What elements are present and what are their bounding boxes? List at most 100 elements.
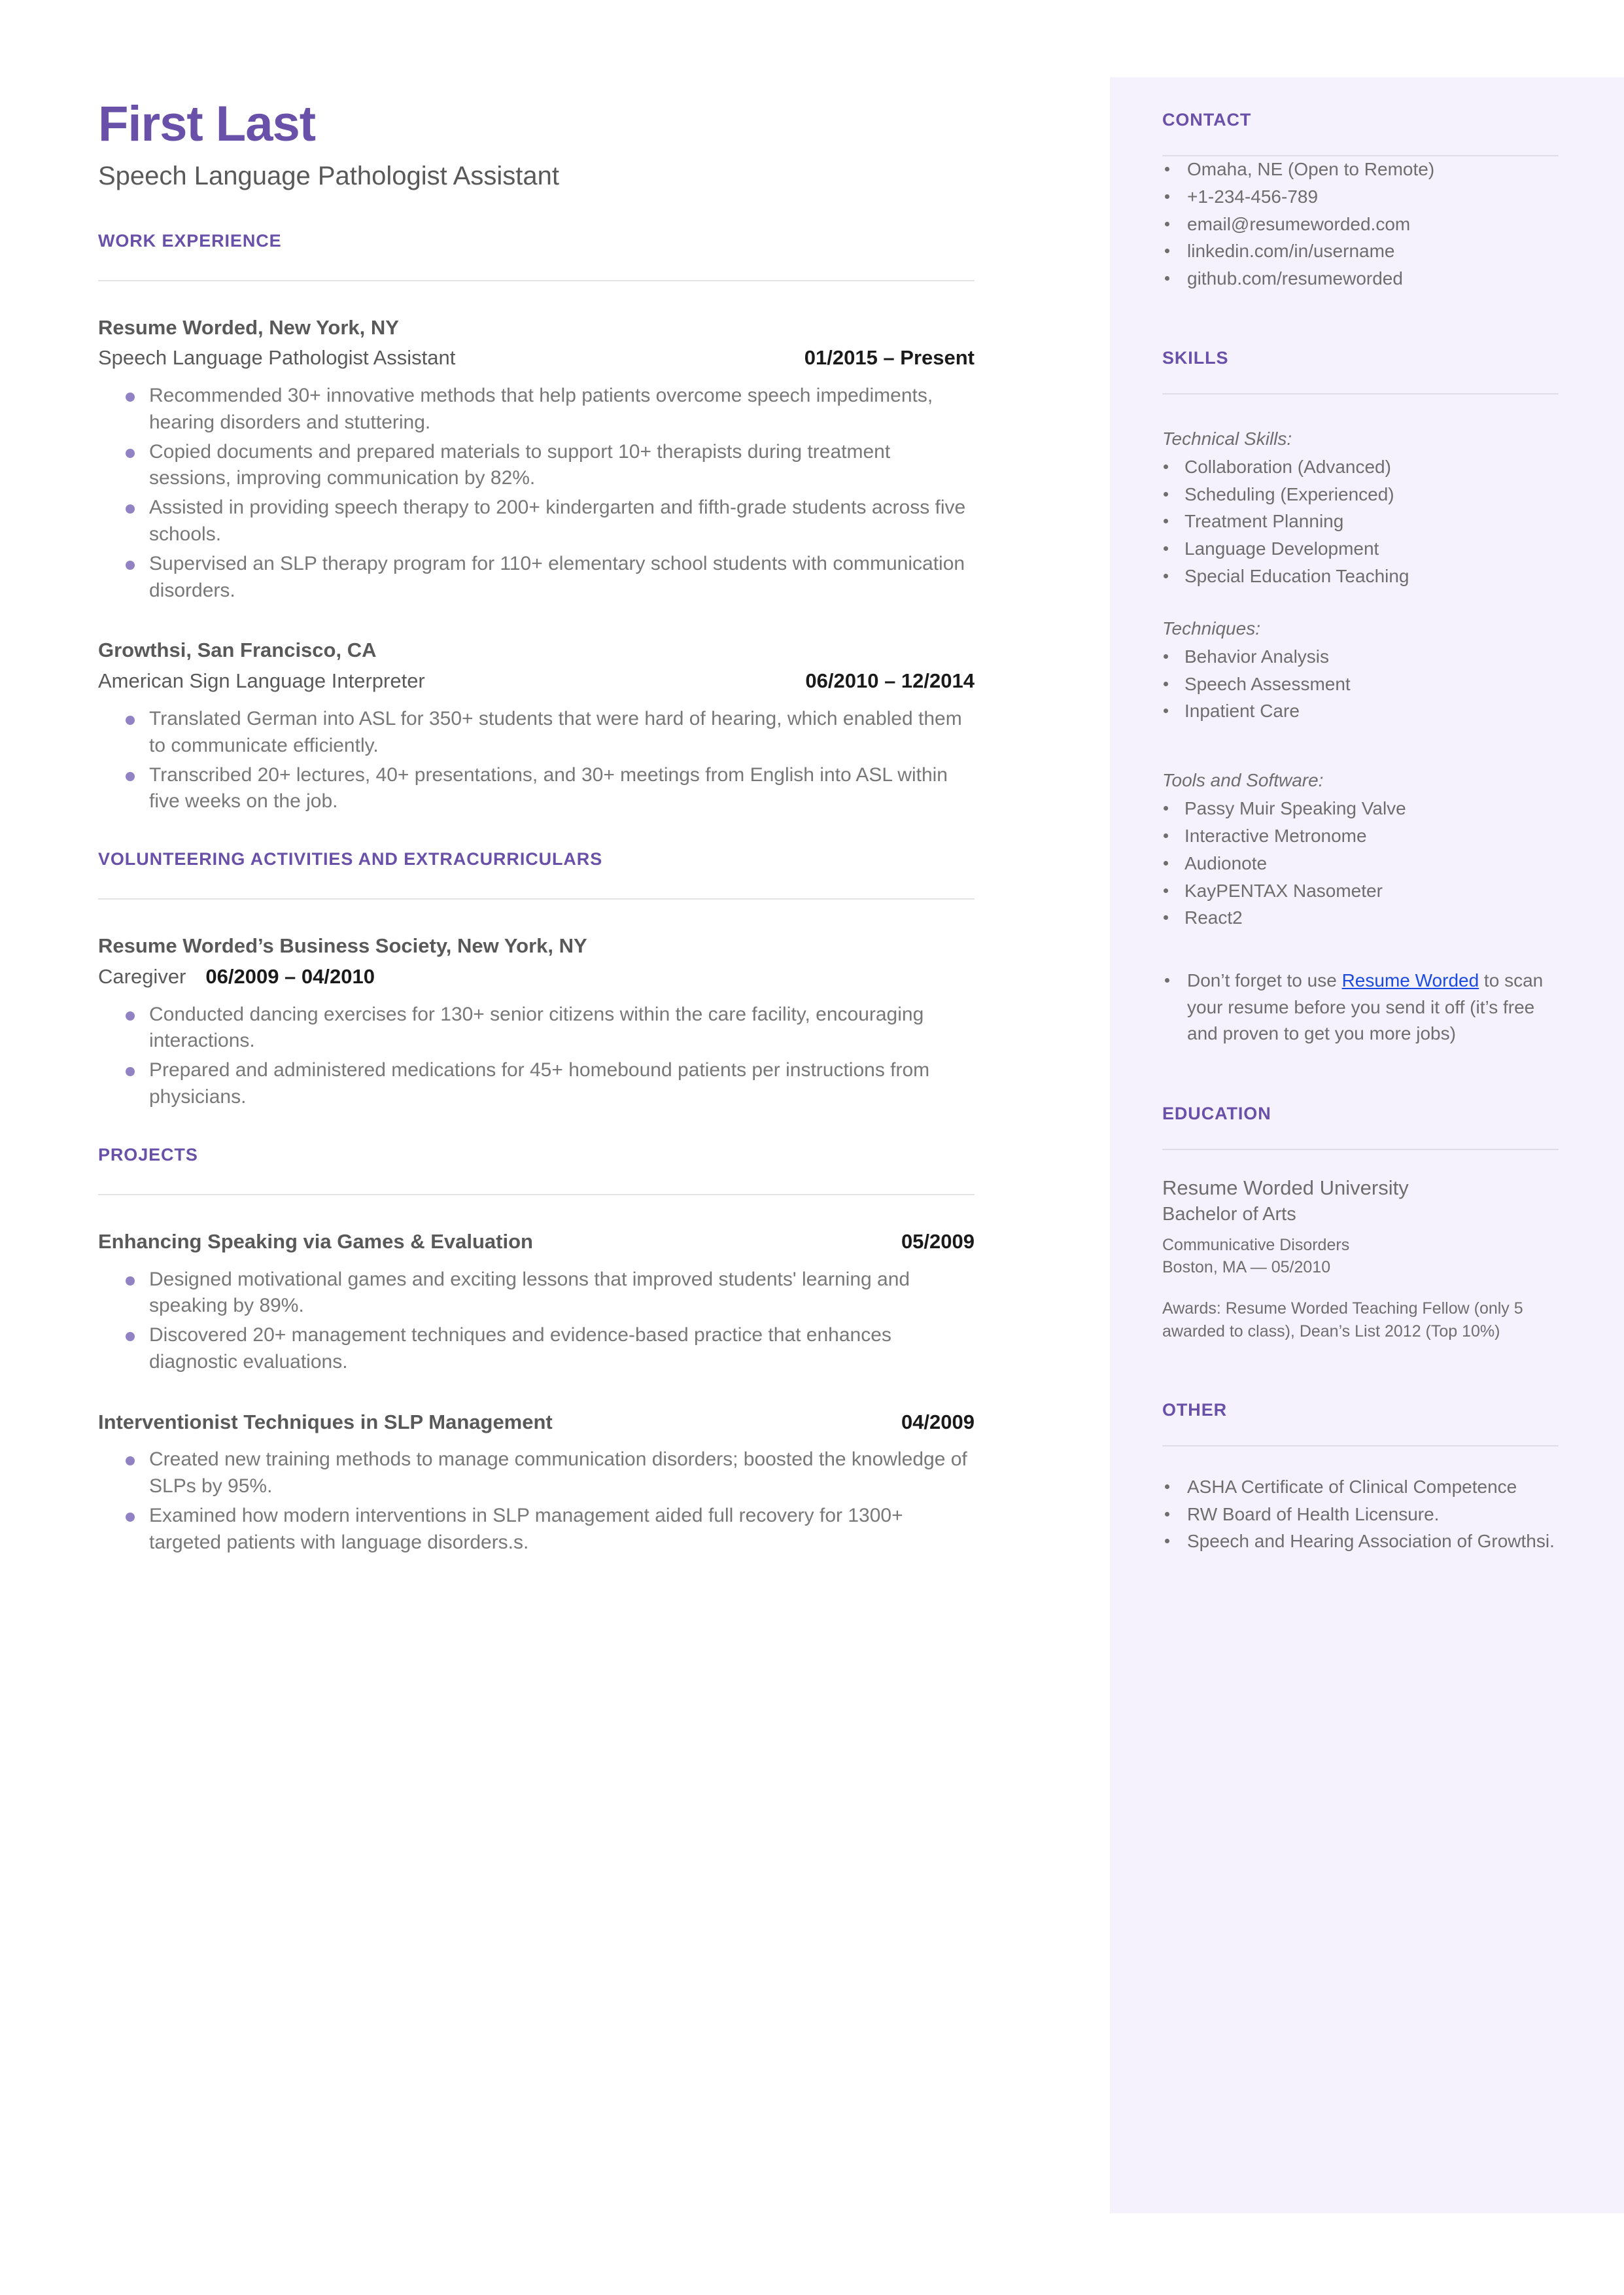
contact-text: +1-234-456-789	[1187, 186, 1319, 207]
skill-text: Special Education Teaching	[1184, 565, 1409, 586]
bullet-text: Created new training methods to manage c…	[149, 1448, 967, 1498]
skill-item: Language Development	[1162, 536, 1559, 562]
contact-text: Omaha, NE (Open to Remote)	[1187, 159, 1435, 179]
skills-group-techniques: Techniques: Behavior Analysis Speech Ass…	[1162, 616, 1559, 724]
bullet-dot-icon	[1164, 491, 1168, 497]
resume-page: First Last Speech Language Pathologist A…	[0, 0, 1624, 2295]
bullet-dot-icon	[126, 1332, 135, 1342]
bullet-dot-icon	[1164, 833, 1168, 839]
bullet-dot-icon	[1164, 573, 1168, 578]
sidebar-section-header-other: OTHER	[1162, 1400, 1559, 1446]
promo-text-before: Don’t forget to use	[1187, 970, 1342, 991]
resume-worded-link[interactable]: Resume Worded	[1342, 970, 1479, 990]
education-field: Communicative Disorders	[1162, 1235, 1350, 1254]
other-text: ASHA Certificate of Clinical Competence	[1187, 1476, 1517, 1497]
bullet-dot-icon	[1165, 1539, 1169, 1544]
project-bullet-list: Designed motivational games and exciting…	[98, 1267, 975, 1376]
skill-item: Inpatient Care	[1162, 698, 1559, 724]
skill-item: KayPENTAX Nasometer	[1162, 878, 1559, 904]
skill-item: Scheduling (Experienced)	[1162, 482, 1559, 508]
bullet-item: Prepared and administered medications fo…	[98, 1057, 975, 1111]
skills-group-label: Technical Skills:	[1162, 428, 1292, 449]
project-bullet-list: Created new training methods to manage c…	[98, 1446, 975, 1556]
sidebar-section-header-skills: SKILLS	[1162, 348, 1559, 394]
section-header-work-experience: WORK EXPERIENCE	[98, 231, 975, 281]
skill-item: React2	[1162, 905, 1559, 931]
promo-note: Don’t forget to use Resume Worded to sca…	[1162, 968, 1559, 1047]
contact-item-github[interactable]: github.com/resumeworded	[1162, 266, 1559, 292]
contact-item-phone[interactable]: +1-234-456-789	[1162, 184, 1559, 210]
volunteering-role-line: Caregiver 06/2009 – 04/2010	[98, 964, 975, 990]
bullet-text: Examined how modern interventions in SLP…	[149, 1505, 903, 1553]
bullet-dot-icon	[126, 715, 135, 725]
work-organization: Growthsi, San Francisco, CA	[98, 639, 377, 662]
project-entry: Enhancing Speaking via Games & Evaluatio…	[98, 1229, 975, 1376]
bullet-dot-icon	[126, 504, 135, 514]
project-title: Enhancing Speaking via Games & Evaluatio…	[98, 1229, 533, 1253]
work-role-line: American Sign Language Interpreter 06/20…	[98, 669, 975, 694]
main-column: First Last Speech Language Pathologist A…	[98, 97, 975, 1559]
work-dates: 01/2015 – Present	[804, 346, 975, 370]
contact-text: github.com/resumeworded	[1187, 268, 1403, 289]
other-text: Speech and Hearing Association of Growth…	[1187, 1531, 1555, 1552]
sidebar-section-header-education: EDUCATION	[1162, 1104, 1559, 1150]
section-header-projects: PROJECTS	[98, 1145, 975, 1195]
bullet-dot-icon	[1164, 546, 1168, 552]
work-role-line: Speech Language Pathologist Assistant 01…	[98, 345, 975, 371]
bullet-dot-icon	[126, 1067, 135, 1077]
bullet-dot-icon	[1164, 860, 1168, 866]
work-dates: 06/2010 – 12/2014	[805, 669, 975, 693]
bullet-item: Examined how modern interventions in SLP…	[98, 1503, 975, 1556]
project-title-line: Enhancing Speaking via Games & Evaluatio…	[98, 1229, 975, 1255]
skill-item: Interactive Metronome	[1162, 823, 1559, 849]
bullet-dot-icon	[1164, 519, 1168, 524]
bullet-dot-icon	[126, 1276, 135, 1286]
bullet-dot-icon	[126, 771, 135, 781]
education-location-date: Boston, MA — 05/2010	[1162, 1258, 1331, 1277]
work-role: Speech Language Pathologist Assistant	[98, 346, 456, 370]
bullet-dot-icon	[1164, 709, 1168, 714]
bullet-text: Transcribed 20+ lectures, 40+ presentati…	[149, 763, 948, 813]
bullet-dot-icon	[1165, 978, 1169, 983]
skill-text: Passy Muir Speaking Valve	[1184, 798, 1406, 819]
sidebar-section-header-contact: CONTACT	[1162, 110, 1559, 156]
skills-group-label: Techniques:	[1162, 618, 1260, 639]
skill-text: KayPENTAX Nasometer	[1184, 880, 1383, 901]
bullet-text: Designed motivational games and exciting…	[149, 1268, 910, 1317]
bullet-dot-icon	[126, 393, 135, 402]
contact-item-location: Omaha, NE (Open to Remote)	[1162, 156, 1559, 183]
bullet-dot-icon	[1165, 194, 1169, 199]
bullet-text: Assisted in providing speech therapy to …	[149, 497, 966, 546]
skill-item: Behavior Analysis	[1162, 644, 1559, 670]
section-header-volunteering: VOLUNTEERING ACTIVITIES AND EXTRACURRICU…	[98, 849, 975, 900]
bullet-item: Recommended 30+ innovative methods that …	[98, 383, 975, 436]
contact-item-linkedin[interactable]: linkedin.com/in/username	[1162, 238, 1559, 264]
skill-text: Inpatient Care	[1184, 701, 1300, 722]
work-organization: Resume Worded, New York, NY	[98, 315, 399, 339]
bullet-dot-icon	[1165, 1511, 1169, 1516]
bullet-dot-icon	[1164, 806, 1168, 811]
project-dates: 04/2009	[901, 1410, 975, 1433]
bullet-dot-icon	[126, 1456, 135, 1466]
skill-item: Special Education Teaching	[1162, 563, 1559, 589]
contact-item-email[interactable]: email@resumeworded.com	[1162, 211, 1559, 237]
skill-item: Treatment Planning	[1162, 508, 1559, 534]
skills-list: Behavior Analysis Speech Assessment Inpa…	[1162, 644, 1559, 724]
project-title-line: Interventionist Techniques in SLP Manage…	[98, 1410, 975, 1435]
skill-text: Audionote	[1184, 852, 1268, 873]
work-bullet-list: Translated German into ASL for 350+ stud…	[98, 706, 975, 815]
education-school: Resume Worded University	[1162, 1176, 1409, 1199]
bullet-dot-icon	[126, 448, 135, 458]
education-degree: Bachelor of Arts	[1162, 1204, 1296, 1225]
bullet-dot-icon	[1164, 464, 1168, 469]
bullet-dot-icon	[1164, 888, 1168, 893]
skill-text: Treatment Planning	[1184, 511, 1344, 532]
project-title: Interventionist Techniques in SLP Manage…	[98, 1410, 553, 1433]
other-list: ASHA Certificate of Clinical Competence …	[1162, 1474, 1559, 1554]
bullet-dot-icon	[126, 560, 135, 570]
skill-text: Scheduling (Experienced)	[1184, 483, 1394, 504]
bullet-item: Designed motivational games and exciting…	[98, 1267, 975, 1320]
other-item: ASHA Certificate of Clinical Competence	[1162, 1474, 1559, 1500]
skills-group-tools: Tools and Software: Passy Muir Speaking …	[1162, 767, 1559, 931]
candidate-headline: Speech Language Pathologist Assistant	[98, 161, 559, 190]
